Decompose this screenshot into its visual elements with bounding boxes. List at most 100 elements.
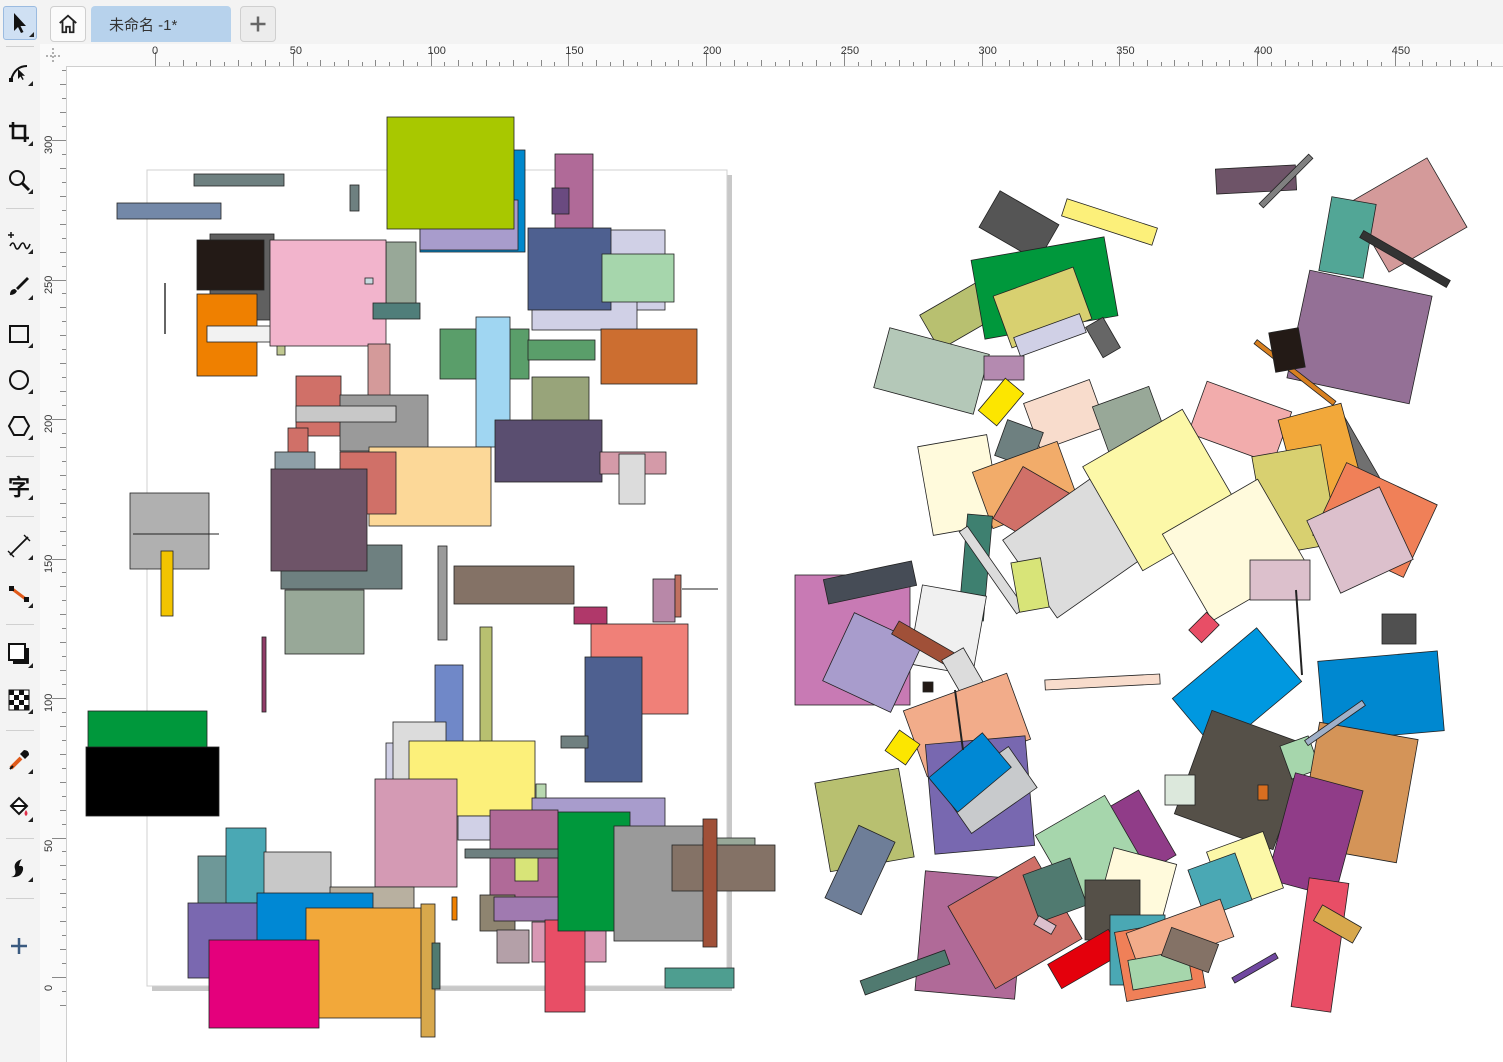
ruler-tick (389, 62, 391, 66)
shape-object[interactable] (531, 376, 590, 422)
shape-object[interactable] (305, 907, 427, 1019)
shape-object[interactable] (437, 545, 448, 641)
shape-object[interactable] (496, 929, 530, 964)
shape-object[interactable] (87, 710, 208, 750)
shape-object[interactable] (600, 328, 698, 385)
freehand-tool[interactable] (3, 224, 35, 256)
shape-object[interactable] (160, 550, 174, 617)
ruler-tick (1174, 60, 1176, 66)
shape-object[interactable] (664, 967, 735, 989)
shape-object[interactable] (560, 735, 589, 749)
shape-object[interactable] (873, 327, 990, 415)
shape-object[interactable] (274, 451, 316, 471)
crop-tool[interactable] (3, 116, 35, 148)
text-tool[interactable]: 字 (3, 470, 35, 502)
vertical-ruler[interactable]: 300 250 200 150 100 50 0 (40, 66, 67, 1062)
shape-object[interactable] (922, 681, 934, 693)
shape-object[interactable] (386, 116, 515, 230)
eyedropper-tool[interactable] (3, 744, 35, 776)
shape-object[interactable] (1290, 877, 1350, 1013)
shape-object[interactable] (1085, 316, 1121, 359)
ruler-tick (62, 293, 66, 295)
shape-object[interactable] (1381, 613, 1417, 645)
shape-object[interactable] (116, 202, 222, 220)
ellipse-tool[interactable] (3, 364, 35, 396)
zoom-tool[interactable] (3, 164, 35, 196)
shape-object[interactable] (270, 468, 368, 572)
shape-object[interactable] (453, 565, 575, 605)
shape-object[interactable] (493, 896, 563, 922)
add-tool[interactable] (3, 930, 35, 962)
shape-object[interactable] (584, 656, 643, 783)
shape-object[interactable] (284, 589, 365, 655)
shape-object[interactable] (261, 636, 267, 713)
polygon-tool[interactable] (3, 410, 35, 442)
drop-shadow-tool[interactable] (3, 638, 35, 670)
shape-object[interactable] (601, 253, 675, 303)
shape-object[interactable] (1257, 784, 1269, 801)
shape-object[interactable] (527, 227, 612, 311)
shape-object[interactable] (977, 377, 1025, 427)
line-object[interactable] (1295, 589, 1303, 676)
shape-object[interactable] (671, 844, 776, 892)
ruler-tick (62, 739, 66, 741)
shape-object[interactable] (494, 419, 603, 483)
shape-object[interactable] (85, 746, 220, 817)
shape-object[interactable] (193, 173, 285, 187)
shape-object[interactable] (702, 818, 718, 948)
shape-object[interactable] (983, 355, 1025, 381)
shape-object[interactable] (269, 239, 387, 347)
connector-tool[interactable] (3, 578, 35, 610)
shape-object[interactable] (431, 942, 441, 990)
shape-object[interactable] (544, 919, 586, 1013)
shape-object[interactable] (451, 896, 458, 921)
ruler-tick (62, 70, 66, 72)
ruler-label: 50 (289, 45, 302, 57)
shape-object[interactable] (1164, 774, 1196, 806)
shape-object[interactable] (1044, 673, 1161, 691)
shape-object[interactable] (618, 453, 646, 505)
shape-object[interactable] (339, 394, 429, 452)
rectangle-tool[interactable] (3, 318, 35, 350)
shape-object[interactable] (527, 339, 596, 361)
shape-object[interactable] (206, 325, 273, 343)
fill-tool[interactable] (3, 792, 35, 824)
shape-object[interactable] (674, 574, 682, 618)
tab-document[interactable]: 未命名 -1* (91, 6, 231, 42)
shape-object[interactable] (367, 343, 391, 397)
pick-tool[interactable] (3, 6, 37, 40)
shape-object[interactable] (573, 606, 608, 625)
shape-object[interactable] (208, 939, 320, 1029)
shape-object[interactable] (225, 827, 267, 904)
shape-object[interactable] (364, 277, 374, 285)
shape-object[interactable] (1249, 559, 1311, 601)
shape-object[interactable] (372, 302, 421, 320)
shape-object[interactable] (464, 848, 560, 859)
ruler-tick (60, 167, 66, 169)
shape-tool[interactable] (3, 56, 35, 88)
shape-object[interactable] (1061, 198, 1158, 246)
shape-object[interactable] (374, 778, 458, 888)
ruler-label: 400 (1254, 45, 1273, 57)
artistic-media-tool[interactable] (3, 270, 35, 302)
shape-object[interactable] (385, 241, 417, 305)
shape-object[interactable] (457, 815, 492, 841)
smart-fill-tool[interactable] (3, 852, 35, 884)
home-button[interactable] (50, 6, 86, 42)
ruler-tick (60, 502, 66, 504)
shape-object[interactable] (551, 187, 570, 215)
ruler-tick (196, 62, 198, 66)
transparency-tool[interactable] (3, 684, 35, 716)
shape-object[interactable] (1231, 952, 1279, 984)
drawing-canvas[interactable] (67, 67, 1503, 1062)
shape-object[interactable] (295, 405, 397, 423)
shape-object[interactable] (652, 578, 676, 623)
new-tab-button[interactable] (240, 6, 276, 42)
ruler-label: 250 (43, 275, 55, 294)
line-tool[interactable] (3, 530, 35, 562)
shape-object[interactable] (349, 184, 360, 212)
horizontal-ruler[interactable]: 0 50 100 150 200 250 300 350 400 450 (66, 44, 1503, 67)
shape-object[interactable] (1268, 327, 1306, 373)
ruler-origin[interactable] (40, 44, 67, 67)
shape-object[interactable] (196, 239, 265, 291)
